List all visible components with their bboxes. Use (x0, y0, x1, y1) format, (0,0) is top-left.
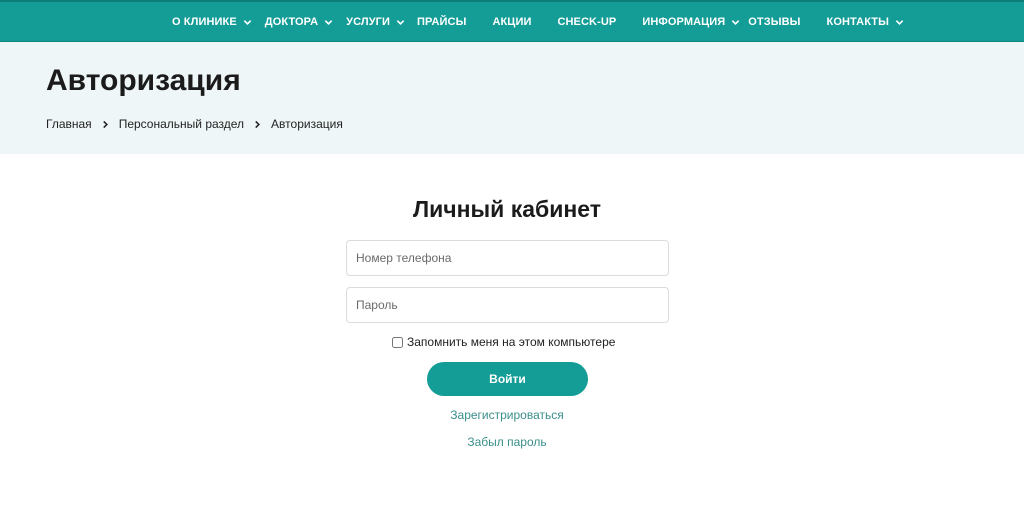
page-title: Авторизация (46, 64, 241, 97)
chevron-down-icon (732, 19, 740, 25)
top-navigation: О клинике Доктора Услуги Прайсы Акции Ch… (0, 0, 1024, 42)
phone-input[interactable] (346, 240, 669, 276)
nav-item-contacts[interactable]: Контакты (827, 16, 904, 28)
nav-menu: О клинике Доктора Услуги Прайсы Акции Ch… (172, 2, 904, 42)
forgot-password-row: Забыл пароль (0, 435, 1014, 449)
breadcrumb-home[interactable]: Главная (46, 117, 92, 131)
nav-item-label: Контакты (826, 16, 889, 28)
chevron-right-icon (255, 120, 260, 128)
remember-me[interactable]: Запомнить меня на этом компьютере (392, 335, 615, 349)
register-link-row: Зарегистрироваться (0, 408, 1014, 422)
nav-item-label: О клинике (172, 16, 237, 28)
nav-item-checkup[interactable]: Check-Up (557, 16, 616, 28)
register-link[interactable]: Зарегистрироваться (450, 408, 563, 422)
nav-item-reviews[interactable]: Отзывы (748, 16, 800, 28)
nav-item-promotions[interactable]: Акции (492, 16, 531, 28)
chevron-down-icon (324, 19, 333, 25)
breadcrumb: Главная Персональный раздел Авторизация (46, 117, 343, 131)
forgot-password-link[interactable]: Забыл пароль (467, 435, 546, 449)
chevron-down-icon (243, 19, 251, 25)
remember-me-label: Запомнить меня на этом компьютере (407, 335, 616, 349)
login-title: Личный кабинет (413, 196, 601, 222)
nav-item-information[interactable]: Информация (642, 16, 740, 28)
nav-item-prices[interactable]: Прайсы (417, 16, 466, 28)
nav-item-label: Акции (492, 16, 532, 28)
nav-item-doctors[interactable]: Доктора (265, 16, 333, 28)
nav-item-label: Доктора (264, 16, 319, 28)
nav-item-about[interactable]: О клинике (172, 16, 252, 28)
nav-item-label: Услуги (346, 16, 390, 28)
nav-item-label: Информация (642, 16, 726, 28)
nav-item-label: Прайсы (417, 16, 467, 28)
login-button[interactable]: Войти (427, 362, 588, 396)
nav-item-label: Отзывы (748, 16, 801, 28)
chevron-right-icon (102, 120, 108, 128)
nav-item-label: Check-Up (557, 16, 617, 28)
chevron-down-icon (396, 19, 405, 25)
login-form: Личный кабинет Запомнить меня на этом ко… (0, 154, 1024, 507)
breadcrumb-personal-section[interactable]: Персональный раздел (119, 117, 244, 131)
password-input[interactable] (346, 287, 669, 323)
chevron-down-icon (895, 19, 904, 25)
nav-item-services[interactable]: Услуги (346, 16, 405, 28)
remember-me-checkbox[interactable] (392, 336, 403, 348)
breadcrumb-current: Авторизация (271, 117, 343, 131)
page-header: Авторизация Главная Персональный раздел … (0, 42, 1024, 154)
